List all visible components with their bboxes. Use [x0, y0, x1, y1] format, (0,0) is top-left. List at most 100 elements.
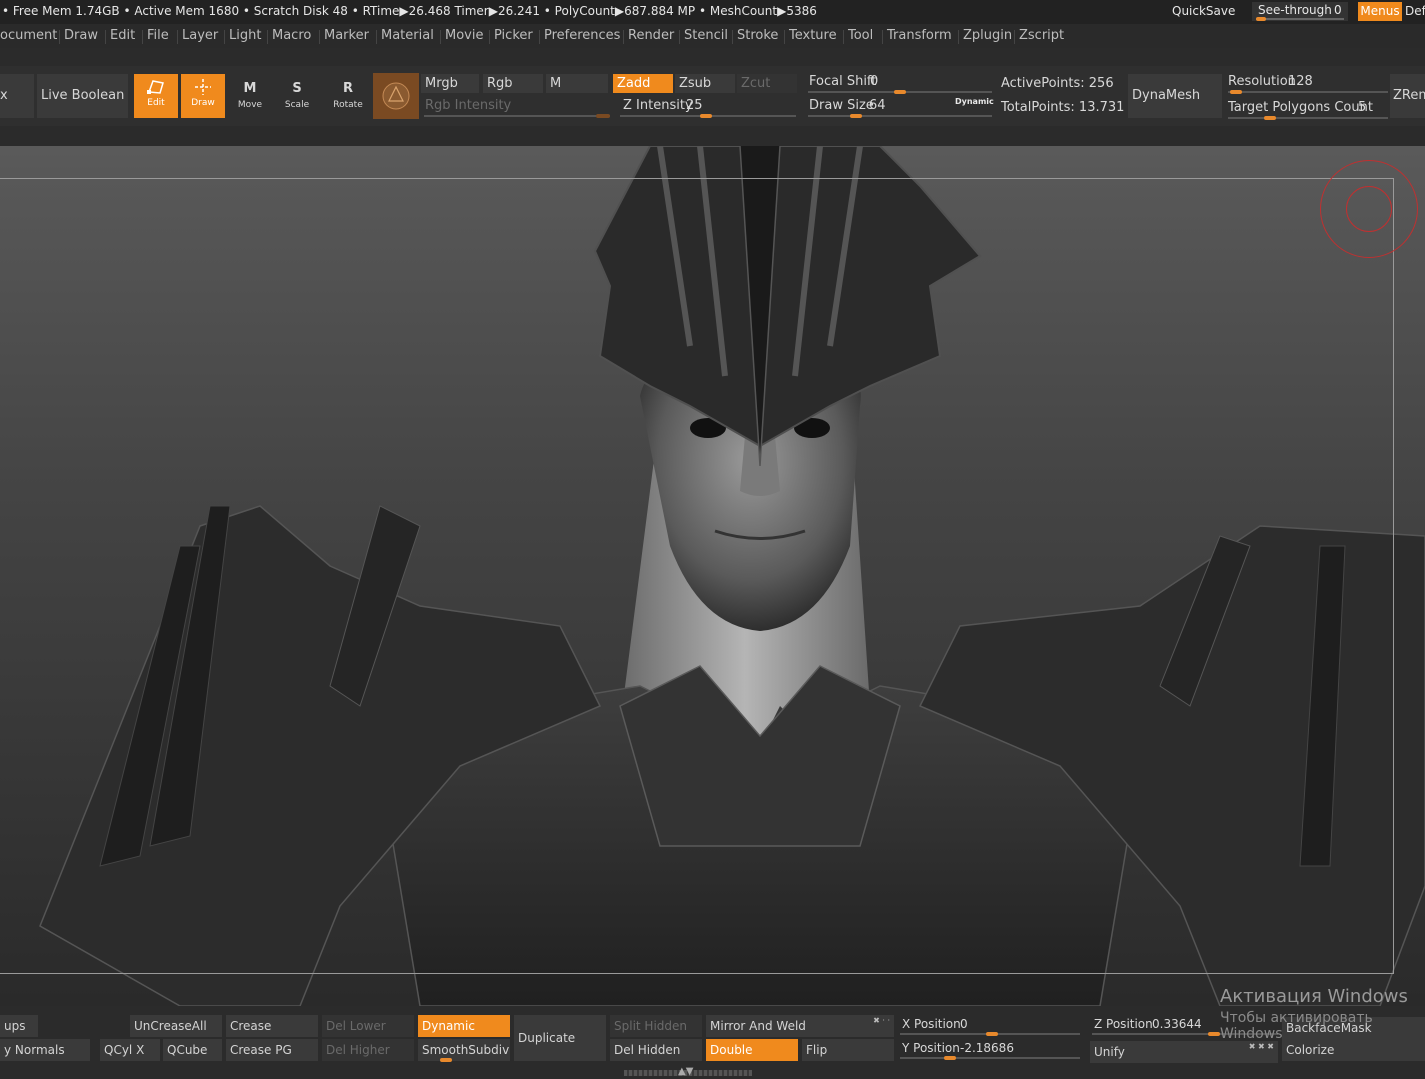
menu-draw[interactable]: Draw — [64, 28, 98, 43]
unify-axis-icon[interactable]: ✖ ✖ ✖ — [1249, 1041, 1274, 1053]
move-button[interactable]: M Move — [230, 80, 270, 110]
material-swatch-button[interactable] — [373, 73, 419, 119]
menu-stencil[interactable]: Stencil — [684, 28, 728, 43]
see-through-slider[interactable]: See-through 0 — [1252, 2, 1348, 21]
menu-zplugin[interactable]: Zplugin — [963, 28, 1012, 43]
default-script-button[interactable]: Def — [1405, 4, 1425, 18]
rotate-button[interactable]: R Rotate — [328, 80, 368, 110]
quicksave-button[interactable]: QuickSave — [1172, 4, 1235, 18]
menu-layer[interactable]: Layer — [182, 28, 218, 43]
mirror-and-weld-button[interactable]: Mirror And Weld ✖ · · — [706, 1015, 894, 1037]
see-through-knob[interactable] — [1256, 17, 1266, 21]
target-polygons-knob[interactable] — [1264, 116, 1276, 120]
canvas-viewport[interactable] — [0, 146, 1425, 1006]
del-lower-button[interactable]: Del Lower — [322, 1015, 414, 1037]
z-intensity-knob[interactable] — [700, 114, 712, 118]
draw-size-dynamic-toggle[interactable]: Dynamic — [955, 97, 994, 106]
crease-pg-button[interactable]: Crease PG — [226, 1039, 318, 1061]
rgb-intensity-knob[interactable] — [596, 114, 610, 118]
toolbar-left-button[interactable]: x — [0, 74, 34, 118]
live-boolean-button[interactable]: Live Boolean — [37, 74, 128, 118]
menu-zscript[interactable]: Zscript — [1019, 28, 1064, 43]
unify-button[interactable]: Unify ✖ ✖ ✖ — [1090, 1041, 1278, 1063]
menu-marker[interactable]: Marker — [324, 28, 369, 43]
resolution-knob[interactable] — [1230, 90, 1242, 94]
dynamic-subdiv-toggle[interactable]: Dynamic — [418, 1015, 510, 1037]
active-points-readout: ActivePoints: 256 — [1001, 76, 1114, 91]
menu-ocument[interactable]: ocument — [0, 28, 57, 43]
rotate-icon: R — [342, 81, 353, 96]
m-button[interactable]: M — [546, 74, 608, 93]
colorize-button[interactable]: Colorize — [1282, 1039, 1425, 1061]
qcyl-x-button[interactable]: QCyl X — [100, 1039, 160, 1061]
x-position-knob[interactable] — [986, 1032, 998, 1036]
menus-button[interactable]: Menus — [1358, 2, 1402, 21]
draw-size-knob[interactable] — [850, 114, 862, 118]
status-bar: • Free Mem 1.74GB • Active Mem 1680 • Sc… — [0, 0, 1425, 24]
rotate-label: Rotate — [333, 100, 363, 110]
smooth-subdiv-knob[interactable] — [440, 1058, 452, 1062]
dynamesh-button[interactable]: DynaMesh — [1128, 74, 1222, 118]
focal-shift-value: 0 — [870, 74, 879, 89]
menu-picker[interactable]: Picker — [494, 28, 533, 43]
zsub-button[interactable]: Zsub — [675, 74, 735, 93]
y-position-knob[interactable] — [944, 1056, 956, 1060]
split-hidden-button[interactable]: Split Hidden — [610, 1015, 702, 1037]
del-hidden-button[interactable]: Del Hidden — [610, 1039, 702, 1061]
rgb-intensity-label: Rgb Intensity — [425, 98, 512, 113]
menu-movie[interactable]: Movie — [445, 28, 483, 43]
flip-button[interactable]: Flip — [802, 1039, 894, 1061]
move-icon: M — [243, 81, 257, 96]
resolution-slider[interactable] — [1228, 91, 1388, 93]
toolbar-left-label: x — [0, 88, 8, 103]
double-toggle[interactable]: Double — [706, 1039, 798, 1061]
menu-stroke[interactable]: Stroke — [737, 28, 778, 43]
collapse-arrow-icon[interactable]: ▲▼ — [678, 1066, 693, 1077]
focal-shift-knob[interactable] — [894, 90, 906, 94]
menu-transform[interactable]: Transform — [887, 28, 952, 43]
mrgb-button[interactable]: Mrgb — [421, 74, 479, 93]
zadd-button[interactable]: Zadd — [613, 74, 673, 93]
uncrease-all-button[interactable]: UnCreaseAll — [130, 1015, 222, 1037]
menu-separator — [539, 30, 540, 44]
bottom-tool-panel: ups y Normals UnCreaseAll QCyl X QCube C… — [0, 1006, 1425, 1079]
menu-preferences[interactable]: Preferences — [544, 28, 620, 43]
normals-button[interactable]: y Normals — [0, 1039, 90, 1061]
menu-render[interactable]: Render — [628, 28, 674, 43]
groups-button[interactable]: ups — [0, 1015, 38, 1037]
see-through-label: See-through — [1258, 3, 1332, 17]
draw-size-label: Draw Size — [809, 98, 874, 113]
edit-icon — [145, 78, 167, 96]
menu-texture[interactable]: Texture — [789, 28, 837, 43]
rgb-intensity-slider[interactable] — [424, 115, 610, 117]
duplicate-button[interactable]: Duplicate — [514, 1015, 606, 1061]
x-position-label: X Position — [902, 1017, 961, 1031]
scale-button[interactable]: S Scale — [277, 80, 317, 110]
menu-edit[interactable]: Edit — [110, 28, 135, 43]
menu-file[interactable]: File — [147, 28, 169, 43]
menu-macro[interactable]: Macro — [272, 28, 311, 43]
del-higher-button[interactable]: Del Higher — [322, 1039, 414, 1061]
draw-button[interactable]: Draw — [181, 74, 225, 118]
zremesher-button[interactable]: ZRem — [1390, 74, 1425, 118]
zcut-button[interactable]: Zcut — [737, 74, 797, 93]
menu-light[interactable]: Light — [229, 28, 261, 43]
edit-button[interactable]: Edit — [134, 74, 178, 118]
crease-button[interactable]: Crease — [226, 1015, 318, 1037]
draw-size-slider[interactable] — [808, 115, 992, 117]
z-intensity-label: Z Intensity — [623, 98, 693, 113]
z-position-knob[interactable] — [1208, 1032, 1220, 1036]
qcube-button[interactable]: QCube — [163, 1039, 222, 1061]
menu-separator — [784, 30, 785, 44]
y-position-slider[interactable] — [900, 1057, 1080, 1059]
see-through-track[interactable] — [1256, 18, 1344, 20]
menu-tool[interactable]: Tool — [848, 28, 873, 43]
rgb-button[interactable]: Rgb — [483, 74, 543, 93]
menu-material[interactable]: Material — [381, 28, 434, 43]
menu-separator — [958, 30, 959, 44]
target-polygons-slider[interactable] — [1228, 117, 1388, 119]
axis-toggle-icon[interactable]: ✖ · · — [873, 1015, 890, 1027]
smooth-subdiv-slider[interactable]: SmoothSubdiv — [418, 1039, 510, 1062]
smooth-subdiv-label: SmoothSubdiv — [422, 1043, 510, 1057]
navigation-gizmo-inner[interactable] — [1346, 186, 1392, 232]
